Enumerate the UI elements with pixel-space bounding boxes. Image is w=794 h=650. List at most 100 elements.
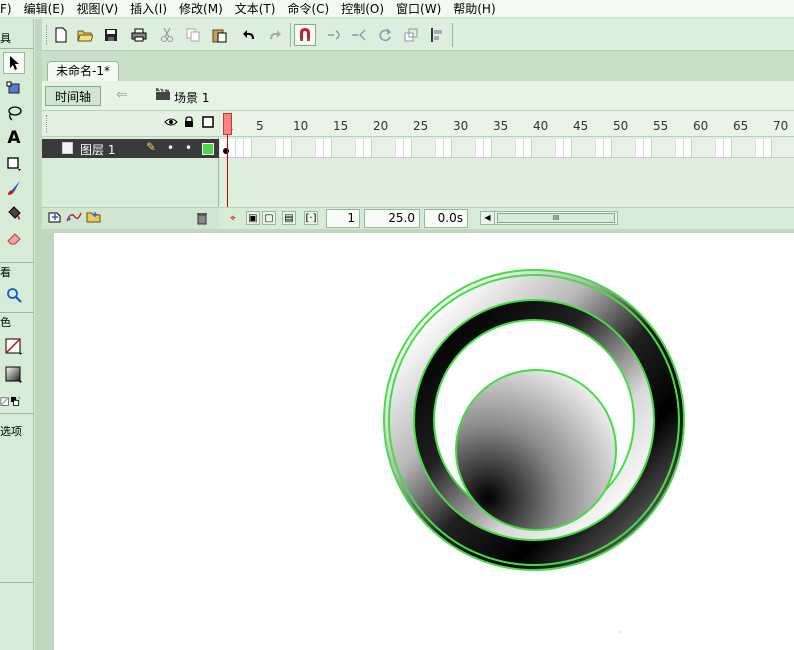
ruler-number: 70 (773, 119, 789, 133)
lock-icon[interactable] (184, 116, 194, 131)
snap-button[interactable] (294, 24, 316, 46)
fill-color-button[interactable] (3, 364, 25, 386)
undo-button[interactable] (238, 24, 260, 46)
add-layer-icon[interactable] (48, 211, 62, 226)
visibility-dot[interactable]: • (167, 141, 174, 155)
layer-name[interactable]: 图层 1 (80, 141, 115, 158)
frame-block (651, 139, 675, 157)
redo-button[interactable] (264, 24, 286, 46)
new-button[interactable] (50, 24, 72, 46)
frame-row[interactable] (220, 139, 794, 158)
zoom-tool-button[interactable] (3, 284, 25, 306)
panel-gutter (35, 19, 42, 650)
timeline-grip[interactable] (46, 115, 49, 133)
paint-bucket-tool-button[interactable] (3, 202, 25, 224)
print-button[interactable] (128, 24, 150, 46)
frame-block (691, 139, 715, 157)
scroll-left-icon[interactable]: ◀ (481, 212, 495, 224)
paste-button[interactable] (208, 24, 230, 46)
tools-divider (0, 262, 34, 263)
scale-icon (404, 28, 418, 42)
eye-icon[interactable] (164, 116, 178, 130)
menu-help[interactable]: 帮助(H) (447, 0, 501, 18)
frame-block (731, 139, 755, 157)
tools-panel: 具 A 看 色 选项 (0, 19, 34, 650)
menu-window[interactable]: 窗口(W) (390, 0, 447, 18)
ruler-number: 50 (613, 119, 629, 133)
frame-block (611, 139, 635, 157)
frame-ruler[interactable]: 1 5 10 15 20 25 30 35 40 45 50 55 60 65 … (220, 111, 794, 137)
current-frame-field[interactable]: 1 (326, 209, 360, 228)
toolbar-grip[interactable] (46, 25, 49, 45)
stage-canvas[interactable] (54, 233, 794, 650)
ruler-number: 15 (333, 119, 349, 133)
frame-block (331, 139, 355, 157)
modify-markers-icon[interactable]: [·] (304, 211, 318, 225)
lock-dot[interactable]: • (185, 141, 192, 155)
timeline-toggle-button[interactable]: 时间轴 (45, 86, 101, 106)
free-transform-tool-button[interactable] (3, 77, 25, 99)
layer-header (42, 111, 219, 137)
open-button[interactable] (74, 24, 96, 46)
timeline-panel: 图层 1 ✎ • • 1 5 10 15 20 (42, 111, 794, 242)
stroke-color-button[interactable] (3, 336, 25, 358)
rectangle-tool-button[interactable] (3, 152, 25, 174)
menu-modify[interactable]: 修改(M) (173, 0, 229, 18)
add-folder-icon[interactable] (86, 211, 102, 226)
menu-file[interactable]: F) (0, 0, 18, 18)
timeline-status-bar: ⌖ ▣ ▢ ▤ [·] 1 25.0 fps 0.0s ◀ III (220, 207, 794, 242)
ruler-number: 20 (373, 119, 389, 133)
ruler-number: 30 (453, 119, 469, 133)
align-icon (431, 28, 442, 42)
timeline-scrollbar[interactable]: ◀ III (480, 211, 618, 225)
playhead-line (227, 135, 228, 207)
tools-divider (0, 312, 34, 313)
add-motion-guide-icon[interactable] (66, 211, 82, 226)
cut-button[interactable] (156, 24, 178, 46)
elapsed-time-field[interactable]: 0.0s (424, 209, 468, 228)
eraser-tool-button[interactable] (3, 227, 25, 249)
playhead[interactable] (223, 113, 232, 135)
copy-icon (186, 28, 200, 42)
smooth-button[interactable] (324, 24, 346, 46)
frame-block (371, 139, 395, 157)
tools-divider (0, 413, 34, 414)
scene-label[interactable]: 场景 1 (174, 89, 209, 106)
save-button[interactable] (100, 24, 122, 46)
eraser-icon (7, 233, 21, 245)
align-button[interactable] (426, 24, 448, 46)
swap-colors-button[interactable] (0, 391, 22, 413)
text-tool-button[interactable]: A (3, 127, 25, 149)
onion-skin-icon[interactable]: ▣ (246, 211, 260, 225)
menu-commands[interactable]: 命令(C) (281, 0, 335, 18)
menu-view[interactable]: 视图(V) (71, 0, 125, 18)
outline-icon[interactable] (202, 116, 214, 131)
layer-color-swatch[interactable] (202, 143, 214, 155)
menu-edit[interactable]: 编辑(E) (18, 0, 71, 18)
layer-list: 图层 1 ✎ • • (42, 111, 219, 229)
straighten-button[interactable] (348, 24, 370, 46)
edit-multiple-frames-icon[interactable]: ▤ (282, 211, 296, 225)
options-section-label: 选项 (0, 425, 22, 438)
brush-tool-button[interactable] (3, 177, 25, 199)
document-tab[interactable]: 未命名-1* (47, 61, 119, 81)
menu-text[interactable]: 文本(T) (229, 0, 282, 18)
inner-disc[interactable] (455, 369, 617, 531)
frame-rate-field[interactable]: 25.0 fps (364, 209, 420, 242)
copy-button[interactable] (182, 24, 204, 46)
snap-magnet-icon (300, 28, 310, 41)
frame-block (411, 139, 435, 157)
menu-insert[interactable]: 插入(I) (124, 0, 173, 18)
delete-layer-icon[interactable] (196, 211, 208, 228)
back-arrow-icon[interactable]: ⇐ (116, 87, 128, 103)
keyframe-dot[interactable] (223, 148, 229, 154)
scale-button[interactable] (400, 24, 422, 46)
rotate-button[interactable] (374, 24, 396, 46)
center-frame-icon[interactable]: ⌖ (226, 211, 240, 225)
menu-control[interactable]: 控制(O) (335, 0, 390, 18)
lasso-tool-button[interactable] (3, 102, 25, 124)
scroll-thumb[interactable]: III (497, 213, 615, 223)
layer-row[interactable]: 图层 1 ✎ • • (42, 139, 219, 158)
onion-outline-icon[interactable]: ▢ (262, 211, 276, 225)
selection-tool-button[interactable] (3, 52, 25, 74)
